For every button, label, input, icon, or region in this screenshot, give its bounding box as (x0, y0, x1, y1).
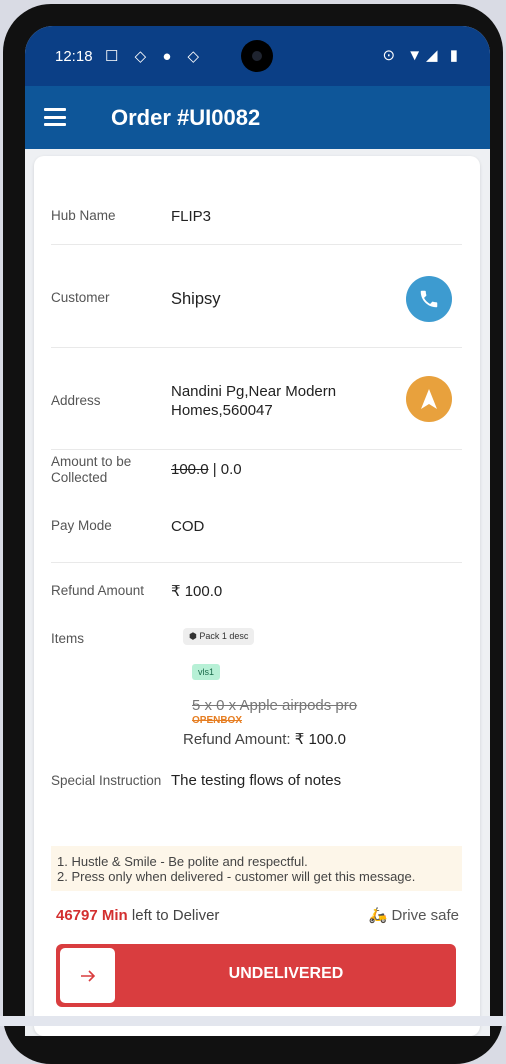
undelivered-label: UNDELIVERED (228, 965, 344, 982)
undelivered-button[interactable]: UNDELIVERED (56, 944, 456, 1007)
amount-value: 100.0 | 0.0 (171, 460, 242, 479)
notification-icons: ☐ ◇ ● ◇ (105, 48, 206, 65)
camera-cutout (241, 40, 273, 72)
screen: 12:18 ☐ ◇ ● ◇ ⊙ ▼◢ ▮ Order #UI0082 Hub N… (25, 26, 490, 1036)
address-label: Address (51, 393, 101, 408)
status-bar: 12:18 ☐ ◇ ● ◇ ⊙ ▼◢ ▮ (25, 26, 490, 86)
phone-icon (420, 290, 438, 308)
amount-original: 100.0 (171, 461, 209, 478)
hub-name-label: Hub Name (51, 208, 116, 223)
delivery-timer: 46797 Min left to Deliver (56, 907, 219, 924)
divider (51, 347, 462, 348)
item-refund-label: Refund Amount: (183, 731, 291, 748)
item-refund: Refund Amount: ₹ 100.0 (183, 730, 346, 748)
refund-value: ₹ 100.0 (171, 583, 223, 600)
timer-minutes: 46797 Min (56, 907, 128, 924)
page-title: Order #UI0082 (111, 105, 261, 130)
divider (51, 449, 462, 450)
navigate-button[interactable] (406, 376, 452, 422)
app-bar: Order #UI0082 (25, 86, 490, 149)
items-label: Items (51, 631, 85, 646)
delivery-instructions: 1. Hustle & Smile - Be polite and respec… (51, 846, 462, 891)
pack-chip-label: Pack 1 desc (199, 631, 249, 641)
phone-frame: 12:18 ☐ ◇ ● ◇ ⊙ ▼◢ ▮ Order #UI0082 Hub N… (3, 4, 503, 1064)
drive-safe-label: Drive safe (391, 907, 459, 924)
menu-icon[interactable] (44, 108, 66, 126)
instruction-2: 2. Press only when delivered - customer … (57, 869, 416, 884)
amount-current: 0.0 (220, 461, 242, 478)
amount-separator: | (208, 461, 221, 478)
amount-label-line-1: Amount to be (51, 454, 132, 469)
drive-safe: 🛵 Drive safe (369, 906, 459, 924)
special-instruction-value: The testing flows of notes (171, 772, 342, 789)
pay-mode-label: Pay Mode (51, 518, 112, 533)
status-time: 12:18 (55, 48, 93, 65)
amount-label: Amount to be Collected (51, 454, 131, 486)
pay-mode-value: COD (171, 518, 205, 535)
address-value: Nandini Pg,Near Modern Homes,560047 (171, 382, 391, 420)
instruction-1: 1. Hustle & Smile - Be polite and respec… (57, 854, 308, 869)
item-refund-value: ₹ 100.0 (294, 731, 346, 748)
address-line-1: Nandini Pg,Near Modern (171, 383, 337, 400)
order-details-card: Hub Name FLIP3 Customer Shipsy Address N… (34, 156, 480, 1036)
pack-chip: ⬢ Pack 1 desc (183, 628, 255, 645)
divider (51, 562, 462, 563)
hub-name-value: FLIP3 (171, 208, 212, 225)
special-instruction-label: Special Instruction (51, 773, 162, 788)
item-condition: OPENBOX (192, 715, 243, 726)
item-line: 5 x 0 x Apple airpods pro (192, 697, 358, 714)
item-tag: vls1 (192, 664, 221, 680)
address-line-2: Homes,560047 (171, 402, 273, 419)
scooter-icon: 🛵 (368, 907, 388, 924)
arrow-right-icon[interactable] (60, 948, 115, 1003)
customer-value: Shipsy (171, 290, 221, 308)
timer-suffix: left to Deliver (131, 907, 220, 924)
divider (51, 244, 462, 245)
customer-label: Customer (51, 290, 110, 305)
navigation-icon (421, 389, 437, 409)
system-status-icons: ⊙ ▼◢ ▮ (382, 47, 462, 64)
box-icon: ⬢ (189, 631, 197, 641)
amount-label-line-2: Collected (51, 470, 108, 485)
call-button[interactable] (406, 276, 452, 322)
bottom-edge (0, 1016, 506, 1026)
refund-label: Refund Amount (51, 583, 145, 598)
